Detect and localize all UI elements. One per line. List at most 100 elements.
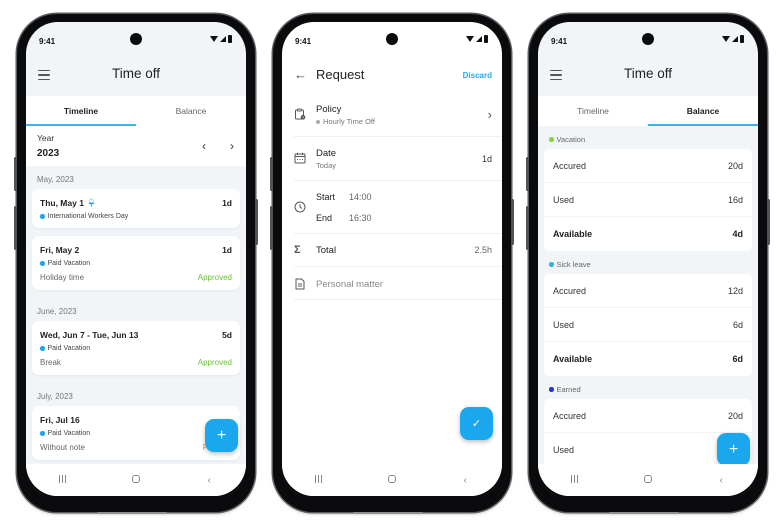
row-label: Accured (553, 160, 587, 171)
status-time: 9:41 (39, 37, 56, 46)
volume-up-button (526, 157, 529, 191)
type-dot (40, 214, 45, 219)
note-input[interactable]: Personal matter (316, 279, 502, 290)
add-timeoff-button[interactable]: + (717, 433, 750, 466)
policy-field[interactable]: Policy Hourly Time Off › (294, 96, 502, 137)
timeoff-card[interactable]: Fri, May 2 1d Paid Vacation Holiday time A… (32, 236, 240, 290)
status-badge: Approved (197, 273, 232, 282)
signal-icon (476, 36, 482, 42)
tab-balance[interactable]: Balance (648, 96, 758, 126)
back-button[interactable]: ‹ (706, 475, 736, 486)
timeoff-card[interactable]: Wed, Jun 7 - Tue, Jun 13 5d Paid Vacation… (32, 321, 240, 375)
camera-hole (642, 33, 654, 45)
row-value: 12d (727, 285, 743, 296)
note-icon (295, 278, 305, 290)
card-type: International Workers Day (47, 213, 129, 220)
back-button[interactable]: ‹ (450, 475, 480, 486)
status-bar: 9:41 (282, 22, 502, 56)
row-value: 20d (727, 410, 743, 421)
time-range-field[interactable]: Start 14:00 End 16:30 (294, 181, 502, 234)
volume-up-button (14, 157, 17, 191)
chevron-left-icon[interactable]: ‹ (202, 139, 206, 153)
bottom-grip (609, 512, 679, 514)
balance-row: Accured 20d (544, 399, 752, 433)
screen-balance: 9:41 Time off Timeline Balance Vacation … (538, 22, 758, 496)
policy-label: Policy (316, 104, 342, 115)
balance-card: Accured 20d Used 16d Available 4d (544, 149, 752, 251)
balance-row: Used 6d (544, 308, 752, 342)
home-button[interactable] (633, 474, 663, 486)
clock-icon (294, 201, 306, 213)
tab-timeline[interactable]: Timeline (538, 96, 648, 126)
timeoff-card[interactable]: Thu, May 1 1d International Workers Day (32, 189, 240, 228)
status-bar: 9:41 (26, 22, 246, 56)
start-time-row[interactable]: Start 14:00 (316, 192, 502, 202)
balance-row: Used 16d (544, 183, 752, 217)
row-value: 6d (732, 354, 743, 364)
page-title: Time off (111, 66, 160, 81)
date-field[interactable]: Date Today 1d (294, 137, 502, 181)
app-bar: Time off (26, 56, 246, 96)
system-nav-bar: ‹ (538, 464, 758, 496)
home-button[interactable] (377, 474, 407, 486)
recents-icon (314, 474, 323, 483)
camera-hole (130, 33, 142, 45)
balance-row: Available 6d (544, 342, 752, 376)
discard-button[interactable]: Discard (463, 71, 492, 80)
row-value: 16d (727, 194, 743, 205)
total-row: Σ Total 2.5h (294, 234, 502, 267)
system-nav-bar: ‹ (26, 464, 246, 496)
row-label: Accured (553, 285, 587, 296)
power-button (767, 199, 770, 245)
volume-down-button (526, 206, 529, 250)
chevron-right-icon[interactable]: › (230, 139, 234, 153)
row-value: 6d (732, 319, 743, 330)
card-note: Break (40, 358, 61, 367)
submit-request-button[interactable]: ✓ (460, 407, 493, 440)
row-label: Used (553, 445, 575, 455)
group-name: Earned (556, 385, 581, 394)
month-header: July, 2023 (37, 392, 73, 401)
note-field[interactable]: Personal matter (294, 267, 502, 300)
home-icon (643, 474, 652, 483)
card-days: 1d (222, 245, 232, 255)
request-form: Policy Hourly Time Off › Date Today 1d S… (282, 96, 502, 300)
start-value: 14:00 (349, 192, 372, 202)
recents-button[interactable] (304, 474, 334, 486)
chevron-right-icon: › (487, 107, 492, 122)
back-button[interactable]: ‹ (194, 475, 224, 486)
status-time: 9:41 (295, 37, 312, 46)
tab-timeline[interactable]: Timeline (26, 96, 136, 126)
group-dot (549, 262, 554, 267)
balance-list[interactable]: Vacation Accured 20d Used 16d Available 4d … (538, 126, 758, 464)
volume-up-button (270, 157, 273, 191)
status-time: 9:41 (551, 37, 568, 46)
back-arrow-icon[interactable]: ← (294, 67, 307, 82)
screen-timeline: 9:41 Time off Timeline Balance Year 2023… (26, 22, 246, 496)
card-date: Wed, Jun 7 - Tue, Jun 13 (40, 330, 139, 340)
recents-button[interactable] (560, 474, 590, 486)
home-icon (131, 474, 140, 483)
phone-balance: 9:41 Time off Timeline Balance Vacation … (526, 14, 770, 514)
balance-group-title: Earned (538, 376, 758, 399)
tab-balance[interactable]: Balance (136, 96, 246, 126)
year-selector: Year 2023 ‹ › (26, 126, 246, 166)
group-dot (549, 137, 554, 142)
screen-request: 9:41 ← Request Discard Policy Hourly Tim… (282, 22, 502, 496)
row-value: 4d (732, 229, 743, 239)
row-value: 20d (727, 160, 743, 171)
end-time-row[interactable]: End 16:30 (316, 213, 502, 223)
phone-request: 9:41 ← Request Discard Policy Hourly Tim… (270, 14, 514, 514)
row-label: Used (553, 194, 575, 205)
home-button[interactable] (121, 474, 151, 486)
type-dot (40, 261, 45, 266)
date-label: Date (316, 148, 337, 159)
recents-icon (58, 474, 67, 483)
add-timeoff-button[interactable]: + (205, 419, 238, 452)
row-label: Used (553, 319, 575, 330)
battery-icon (740, 35, 744, 43)
policy-icon (295, 108, 306, 120)
holiday-icon (88, 198, 95, 207)
month-header: June, 2023 (37, 307, 77, 316)
recents-button[interactable] (48, 474, 78, 486)
